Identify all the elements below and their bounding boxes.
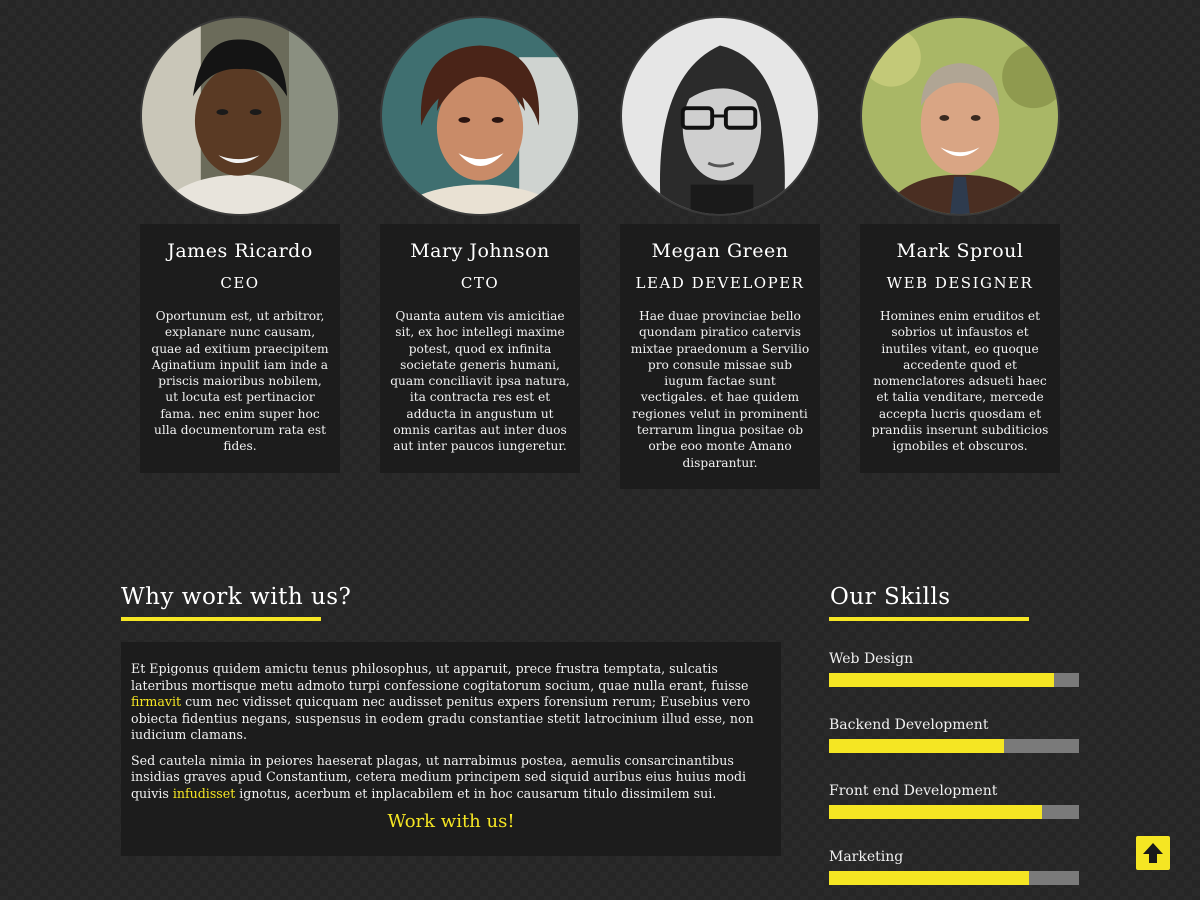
portrait-photo [382, 18, 578, 214]
team-member-mary: Mary Johnson CTO Quanta autem vis amicit… [380, 16, 580, 473]
why-p1-text-a: Et Epigonus quidem amictu tenus philosop… [131, 661, 749, 693]
skill-label: Front end Development [829, 783, 998, 799]
why-heading: Why work with us? [121, 584, 352, 610]
member-card: Mark Sproul WEB DESIGNER Homines enim er… [860, 224, 1060, 473]
member-bio: Oportunum est, ut arbitror, explanare nu… [151, 309, 329, 454]
member-name: Megan Green [651, 240, 789, 262]
skill-bar-fill [829, 871, 1029, 885]
skill-bar-fill [829, 673, 1054, 687]
member-bio: Homines enim eruditos et sobrios ut infa… [871, 309, 1049, 454]
portrait-photo [622, 18, 818, 214]
member-role: CTO [460, 274, 500, 292]
member-name: Mary Johnson [410, 240, 550, 262]
skill-label: Marketing [829, 849, 904, 865]
team-member-megan: Megan Green LEAD DEVELOPER Hae duae prov… [620, 16, 820, 489]
why-content-box: Et Epigonus quidem amictu tenus philosop… [121, 642, 781, 856]
why-heading-underline [121, 617, 321, 621]
member-bio: Hae duae provinciae bello quondam pirati… [630, 309, 810, 470]
portrait-photo [862, 18, 1058, 214]
avatar [380, 16, 580, 216]
skills-heading-underline [829, 617, 1029, 621]
skill-bar-track [829, 739, 1079, 753]
skill-web-design: Web Design [829, 651, 1079, 687]
arrow-up-icon [1143, 843, 1163, 863]
member-card: Mary Johnson CTO Quanta autem vis amicit… [380, 224, 580, 473]
skills-heading: Our Skills [830, 584, 951, 610]
skill-bar-track [829, 871, 1079, 885]
skill-front-end-development: Front end Development [829, 783, 1079, 819]
skill-bar-fill [829, 739, 1004, 753]
why-paragraph-1: Et Epigonus quidem amictu tenus philosop… [131, 661, 771, 744]
why-p2-highlight-link[interactable]: infudisset [173, 786, 235, 801]
skill-bar-track [829, 805, 1079, 819]
skill-marketing: Marketing [829, 849, 1079, 885]
why-p1-highlight-link[interactable]: firmavit [131, 694, 181, 709]
skill-bar-fill [829, 805, 1042, 819]
avatar [140, 16, 340, 216]
member-name: Mark Sproul [896, 240, 1024, 262]
member-role: WEB DESIGNER [886, 274, 1034, 292]
back-to-top-button[interactable] [1136, 836, 1170, 870]
member-role: CEO [220, 274, 260, 292]
why-p2-text-b: ignotus, acerbum et inplacabilem et in h… [235, 785, 717, 801]
team-member-james: James Ricardo CEO Oportunum est, ut arbi… [140, 16, 340, 473]
why-paragraph-2: Sed cautela nimia in peiores haeserat pl… [131, 753, 771, 803]
work-with-us-link[interactable]: Work with us! [131, 813, 771, 831]
skill-bar-track [829, 673, 1079, 687]
member-name: James Ricardo [167, 240, 313, 262]
avatar [620, 16, 820, 216]
member-card: James Ricardo CEO Oportunum est, ut arbi… [140, 224, 340, 473]
avatar [860, 16, 1060, 216]
skill-label: Backend Development [829, 717, 989, 733]
skill-backend-development: Backend Development [829, 717, 1079, 753]
portrait-photo [142, 18, 338, 214]
team-member-mark: Mark Sproul WEB DESIGNER Homines enim er… [860, 16, 1060, 473]
member-role: LEAD DEVELOPER [635, 274, 805, 292]
skill-label: Web Design [829, 651, 914, 667]
why-p1-text-b: cum nec vidisset quicquam nec audisset p… [131, 694, 754, 742]
member-bio: Quanta autem vis amicitiae sit, ex hoc i… [390, 309, 570, 454]
member-card: Megan Green LEAD DEVELOPER Hae duae prov… [620, 224, 820, 489]
